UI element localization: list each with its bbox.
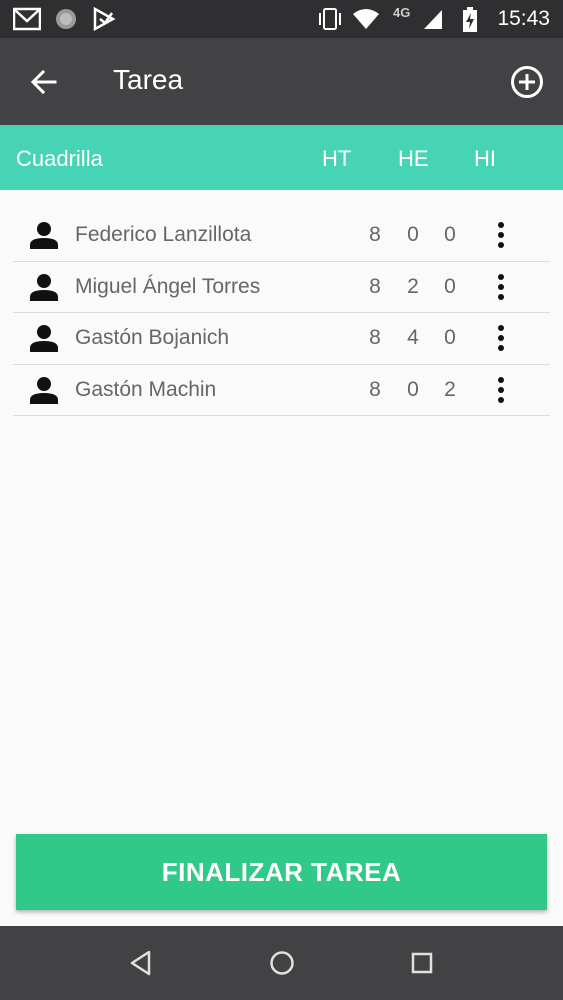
- arrow-back-icon: [30, 69, 57, 95]
- worker-name: Miguel Ángel Torres: [75, 274, 261, 298]
- table-header: Cuadrilla HT HE HI: [0, 125, 563, 190]
- nav-back-button[interactable]: [121, 943, 161, 983]
- overflow-menu-button[interactable]: [489, 322, 513, 354]
- overflow-menu-button[interactable]: [489, 374, 513, 406]
- nav-recents-button[interactable]: [402, 943, 442, 983]
- worker-he: 4: [407, 326, 419, 349]
- worker-he: 2: [407, 274, 419, 298]
- worker-hi: 0: [444, 223, 456, 246]
- list-item[interactable]: Miguel Ángel Torres 8 2 0: [13, 262, 550, 313]
- overflow-menu-button[interactable]: [489, 271, 513, 303]
- more-vert-icon: [498, 222, 504, 248]
- app-bar: Tarea: [0, 38, 563, 125]
- header-ht: HT: [322, 146, 352, 171]
- header-hi: HI: [474, 146, 496, 171]
- worker-ht: 8: [369, 377, 381, 401]
- list-item[interactable]: Gastón Bojanich 8 4 0: [13, 313, 550, 365]
- list-item[interactable]: Gastón Machin 8 0 2: [13, 365, 550, 416]
- person-icon: [30, 222, 58, 249]
- battery-charging-icon: [463, 7, 477, 32]
- add-circle-icon: [511, 66, 543, 98]
- play-store-icon: [93, 7, 116, 31]
- more-vert-icon: [498, 273, 504, 300]
- triangle-back-icon: [130, 950, 151, 976]
- header-crew: Cuadrilla: [16, 146, 103, 171]
- wifi-icon: [353, 9, 379, 29]
- header-he: HE: [398, 146, 429, 171]
- worker-name: Federico Lanzillota: [75, 223, 252, 246]
- add-button[interactable]: [505, 60, 549, 104]
- page-title: Tarea: [113, 64, 184, 95]
- circle-app-icon: [56, 9, 76, 29]
- worker-name: Gastón Bojanich: [75, 326, 230, 349]
- worker-hi: 2: [444, 377, 456, 401]
- worker-ht: 8: [369, 274, 381, 298]
- worker-ht: 8: [369, 326, 381, 349]
- worker-ht: 8: [369, 223, 381, 246]
- square-recents-icon: [411, 952, 433, 974]
- list-item[interactable]: Federico Lanzillota 8 0 0: [13, 210, 550, 262]
- signal-icon: [424, 10, 442, 29]
- worker-hi: 0: [444, 326, 456, 349]
- more-vert-icon: [498, 376, 504, 403]
- worker-he: 0: [407, 223, 419, 246]
- system-nav-bar: [0, 926, 563, 1000]
- person-icon: [30, 376, 58, 404]
- status-bar: 4G 15:43: [0, 0, 563, 38]
- worker-list: Federico Lanzillota 8 0 0 Miguel Ángel T…: [13, 210, 550, 416]
- vibrate-icon: [319, 8, 341, 30]
- more-vert-icon: [498, 325, 504, 351]
- network-type: 4G: [393, 5, 411, 20]
- nav-home-button[interactable]: [262, 943, 302, 983]
- finish-task-button[interactable]: FINALIZAR TAREA: [16, 834, 547, 910]
- gmail-icon: [13, 7, 41, 31]
- person-icon: [30, 273, 58, 301]
- clock: 15:43: [497, 7, 550, 30]
- back-button[interactable]: [22, 60, 66, 104]
- worker-he: 0: [407, 377, 419, 401]
- worker-hi: 0: [444, 274, 456, 298]
- person-icon: [30, 325, 58, 352]
- worker-name: Gastón Machin: [75, 377, 217, 401]
- circle-home-icon: [270, 951, 294, 975]
- overflow-menu-button[interactable]: [489, 219, 513, 251]
